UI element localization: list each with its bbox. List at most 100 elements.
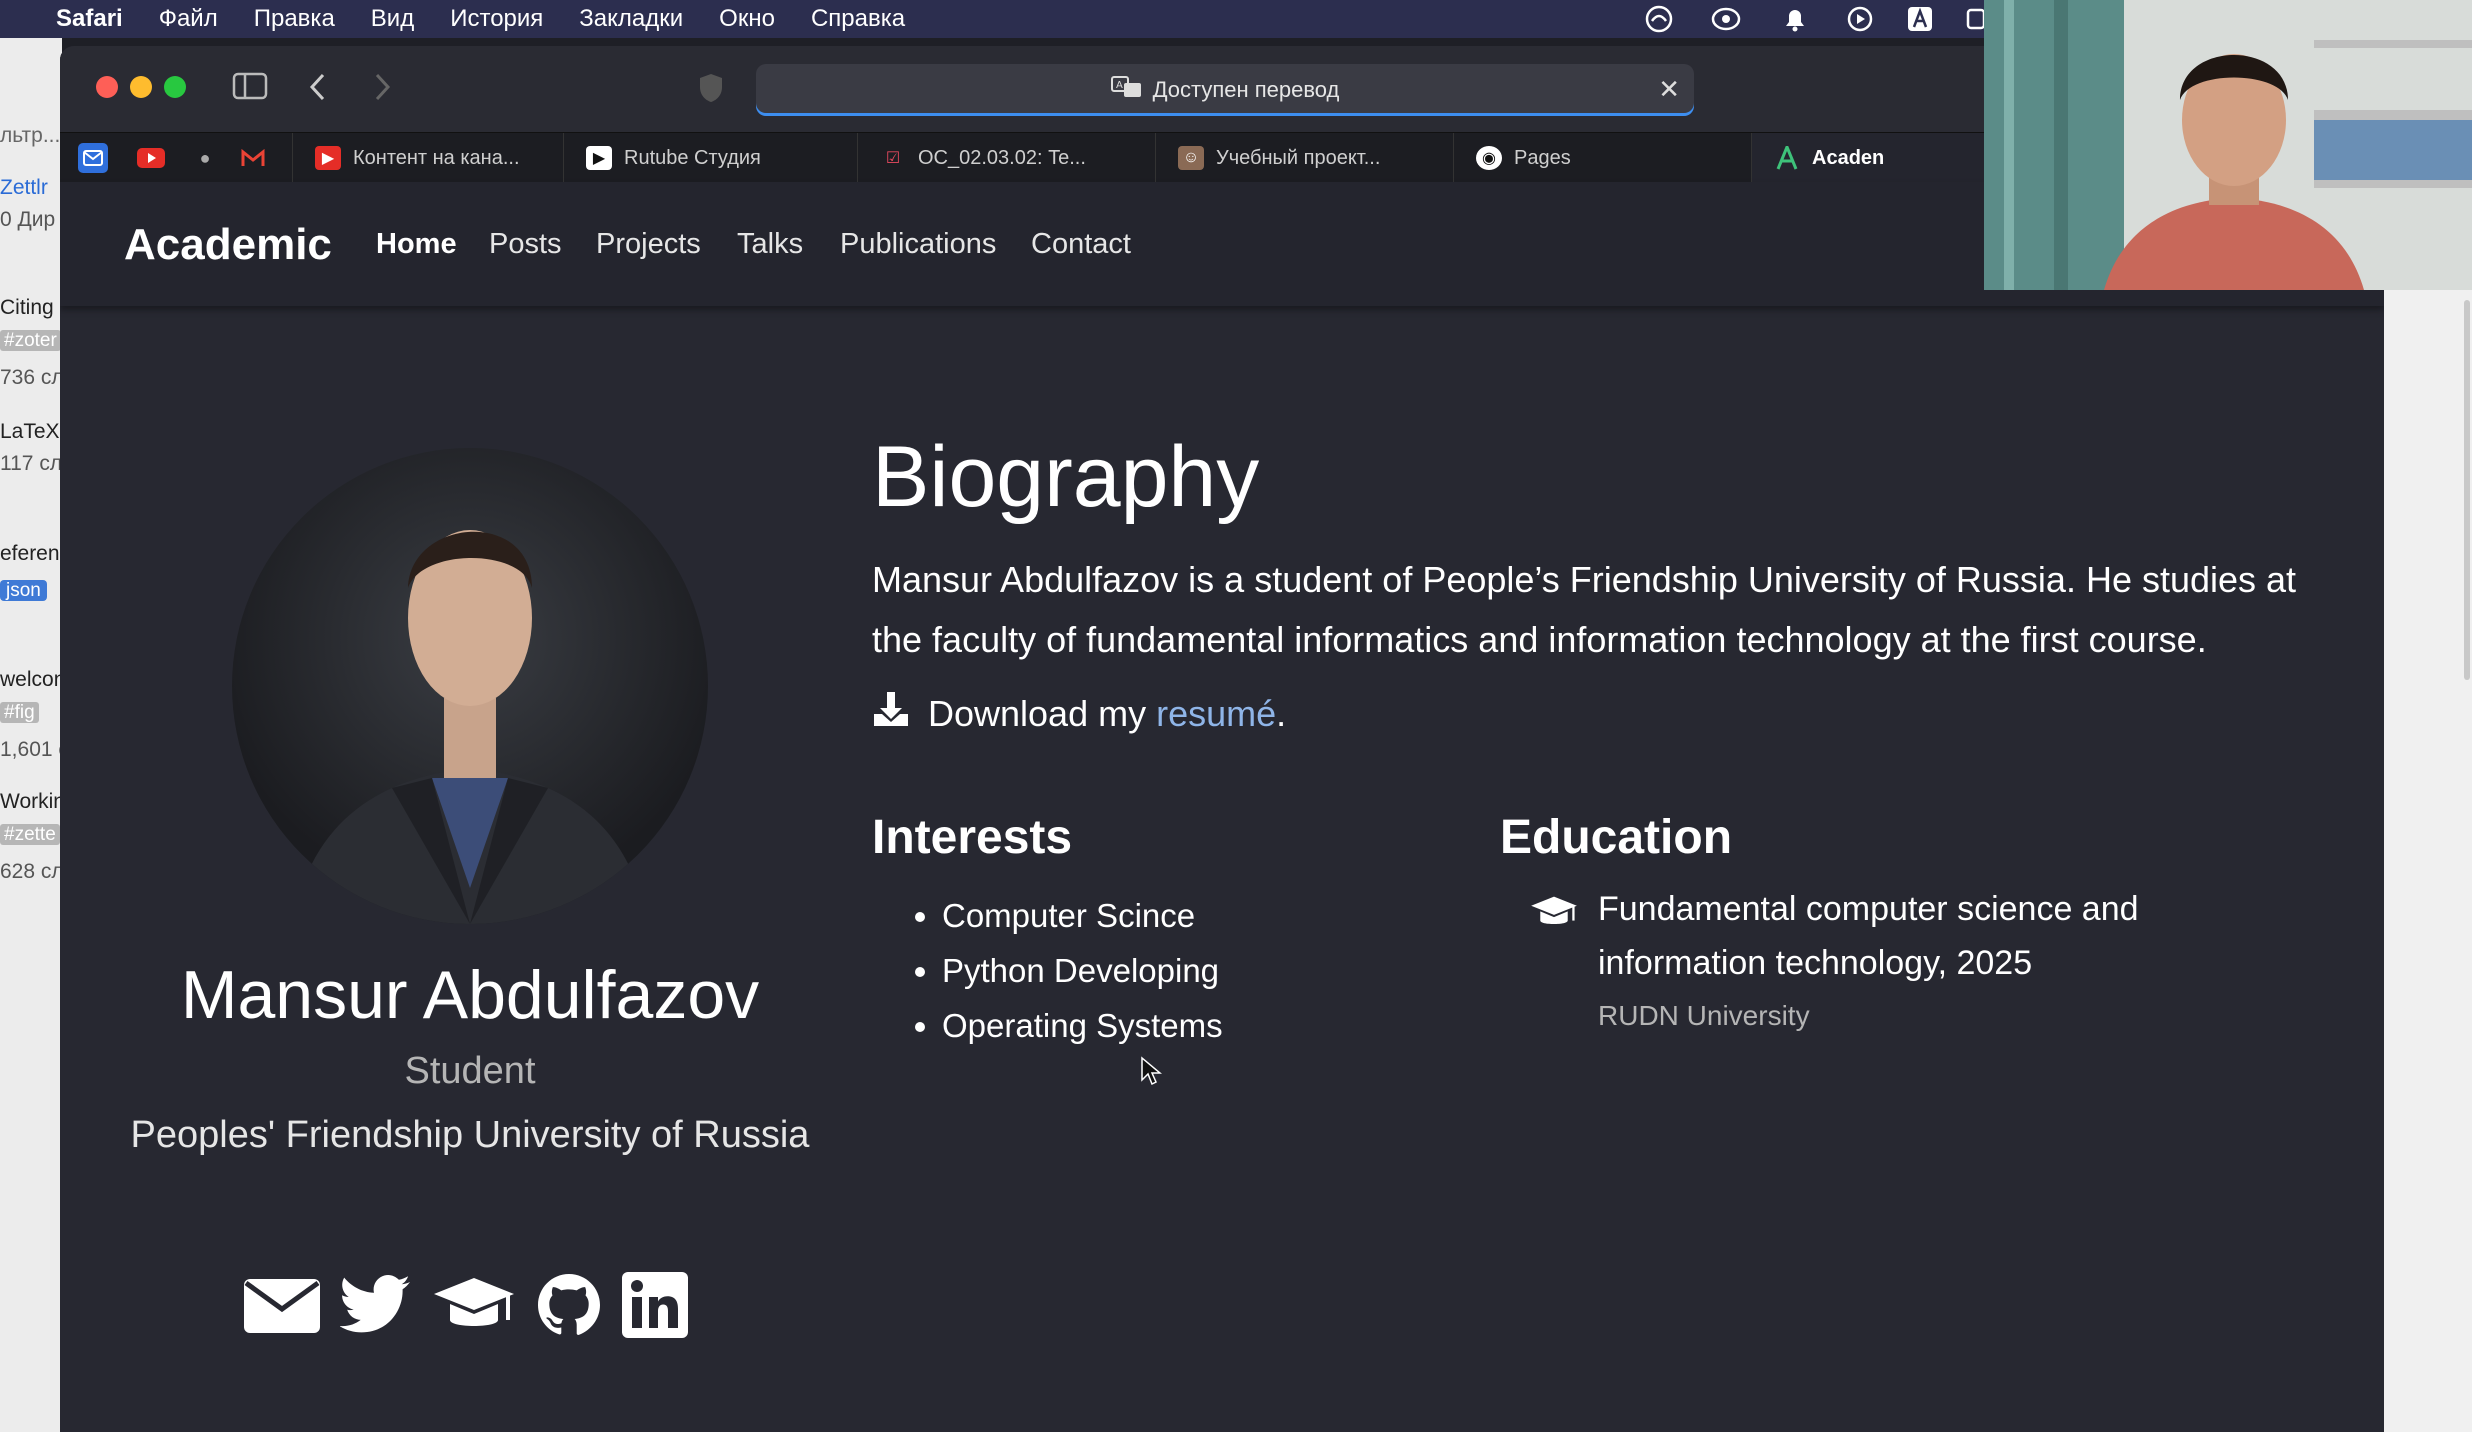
creative-cloud-tray-icon[interactable] <box>1644 0 1674 38</box>
menu-history[interactable]: История <box>450 5 543 33</box>
pinned-tab-youtube-icon[interactable] <box>136 143 166 173</box>
close-translate-icon[interactable]: ✕ <box>1658 74 1680 105</box>
avatar <box>232 448 708 924</box>
background-window-right <box>2384 290 2472 1432</box>
address-bar-text: Доступен перевод <box>1152 77 1340 102</box>
interests-heading: Interests <box>872 811 1073 864</box>
avatar-favicon-icon: ☺ <box>1178 146 1204 170</box>
back-chevron-icon[interactable] <box>308 72 328 107</box>
graduation-cap-icon <box>1530 894 1578 935</box>
play-tray-icon[interactable] <box>1846 0 1874 38</box>
education-heading: Education <box>1500 811 1733 864</box>
nav-projects[interactable]: Projects <box>596 228 701 261</box>
left-file-working[interactable]: Workin <box>0 790 62 814</box>
svg-text:A: A <box>1116 80 1123 91</box>
webcam-overlay <box>1984 0 2472 290</box>
graduation-cap-icon[interactable] <box>432 1274 516 1336</box>
tab-title: Acaden <box>1812 146 1885 169</box>
social-links <box>244 1272 688 1338</box>
left-tag-fig: #fig <box>0 702 39 723</box>
web-page: Academic Home Posts Projects Talks Publi… <box>60 182 2384 1432</box>
left-file-latex[interactable]: LaTeX <box>0 420 60 444</box>
forward-chevron-icon[interactable] <box>372 72 392 107</box>
tab-title: Pages <box>1514 146 1571 169</box>
youtube-icon: ▶ <box>315 146 341 170</box>
twitter-icon[interactable] <box>340 1274 412 1336</box>
minimize-window-button[interactable] <box>130 76 152 98</box>
pinned-tab-mail-icon[interactable] <box>78 143 108 173</box>
tab-title: ОС_02.03.02: Te... <box>918 146 1086 169</box>
left-word-count: 736 сл <box>0 366 62 389</box>
translate-icon[interactable]: A <box>1110 75 1143 105</box>
menu-view[interactable]: Вид <box>371 5 414 33</box>
menu-file[interactable]: Файл <box>159 5 218 33</box>
education-institution: RUDN University <box>1598 1000 1810 1031</box>
biography-text: Mansur Abdulfazov is a student of People… <box>872 559 2297 660</box>
biography-heading: Biography <box>872 429 1260 525</box>
left-tag-zettel: #zette <box>0 824 60 845</box>
left-word-count: 117 сл <box>0 452 62 475</box>
menu-bookmarks[interactable]: Закладки <box>579 5 683 33</box>
tab-rutube[interactable]: ▶ Rutube Студия <box>564 133 858 183</box>
resume-link[interactable]: resumé <box>1156 693 1276 735</box>
github-icon[interactable] <box>536 1272 602 1338</box>
background-scrollbar[interactable] <box>2464 300 2470 680</box>
nav-publications[interactable]: Publications <box>840 228 996 261</box>
download-resume-line: Download my resumé . <box>872 690 1286 737</box>
sidebar-toggle-icon[interactable] <box>232 72 268 105</box>
tab-title: Контент на кана... <box>353 146 520 169</box>
left-zettlr-link[interactable]: Zettlr <box>0 176 48 200</box>
left-filter-text: льтр... <box>0 124 61 147</box>
menu-edit[interactable]: Правка <box>254 5 335 33</box>
menu-app-safari[interactable]: Safari <box>56 5 123 33</box>
left-word-count: 628 сл <box>0 860 62 883</box>
notifications-tray-icon[interactable] <box>1780 0 1810 38</box>
left-file-citing[interactable]: Citing <box>0 296 54 320</box>
nav-talks[interactable]: Talks <box>737 228 803 261</box>
left-file-references[interactable]: eferen <box>0 542 60 566</box>
profile-role: Student <box>404 1050 536 1092</box>
battery-icon[interactable] <box>1966 0 1986 38</box>
tab-title: Учебный проект... <box>1216 146 1381 169</box>
mouse-cursor-icon <box>1140 1056 1163 1091</box>
download-icon <box>872 690 910 737</box>
tab-study-project[interactable]: ☺ Учебный проект... <box>1156 133 1454 183</box>
envelope-icon[interactable] <box>244 1275 320 1335</box>
linkedin-icon[interactable] <box>622 1272 688 1338</box>
tab-youtube-content[interactable]: ▶ Контент на кана... <box>292 133 564 183</box>
close-window-button[interactable] <box>96 76 118 98</box>
pinned-tab-apple-icon[interactable]: ● <box>190 143 220 173</box>
zoom-window-button[interactable] <box>164 76 186 98</box>
profile-name: Mansur Abdulfazov <box>180 957 760 1033</box>
tab-github-pages[interactable]: ◉ Pages <box>1454 133 1752 183</box>
left-file-welcome[interactable]: welcon <box>0 668 62 692</box>
interests-list: Computer Scince Python Developing Operat… <box>912 888 1223 1053</box>
menu-window[interactable]: Окно <box>719 5 775 33</box>
input-source-icon[interactable] <box>1906 0 1934 38</box>
address-bar[interactable]: A Доступен перевод ✕ <box>756 64 1694 116</box>
privacy-shield-icon[interactable] <box>698 72 724 109</box>
left-dir-count: 0 Дир <box>0 208 56 231</box>
pinned-tab-gmail-icon[interactable] <box>238 143 268 173</box>
sync-tray-icon[interactable] <box>1710 0 1742 38</box>
profile-organization: Peoples' Friendship University of Russia <box>130 1114 810 1156</box>
background-zettlr-window: льтр... Zettlr 0 Дир Citing #zoter 736 с… <box>0 38 62 1432</box>
download-prefix: Download my <box>928 692 1157 734</box>
menu-help[interactable]: Справка <box>811 5 905 33</box>
left-tag-zotero: #zoter <box>0 330 61 351</box>
nav-home[interactable]: Home <box>376 228 457 261</box>
github-favicon-icon: ◉ <box>1476 146 1502 170</box>
nav-contact[interactable]: Contact <box>1031 228 1131 261</box>
academic-favicon-icon <box>1774 146 1800 170</box>
education-degree: Fundamental computer science and informa… <box>1598 890 2139 982</box>
tab-os-course[interactable]: ☑ ОС_02.03.02: Te... <box>858 133 1156 183</box>
tab-title: Rutube Студия <box>624 146 761 169</box>
course-check-icon: ☑ <box>885 150 901 167</box>
left-word-count: 1,601 с <box>0 738 62 761</box>
list-item: Operating Systems <box>942 998 1223 1053</box>
nav-posts[interactable]: Posts <box>489 228 562 261</box>
download-suffix: . <box>1276 692 1287 734</box>
list-item: Computer Scince <box>942 888 1223 943</box>
rutube-play-icon: ▶ <box>586 146 612 170</box>
site-brand-link[interactable]: Academic <box>124 220 332 270</box>
